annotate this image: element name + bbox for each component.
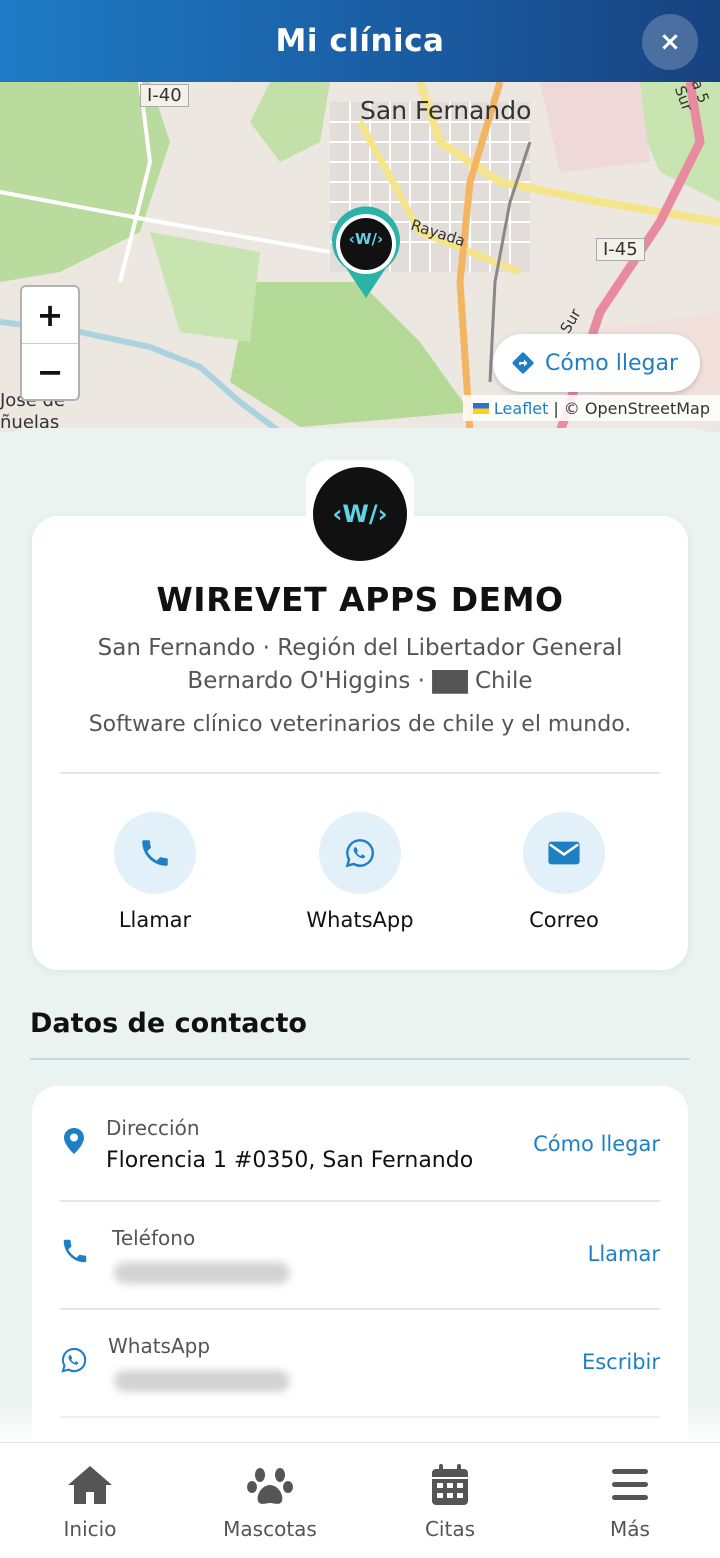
call-action-label: Llamar xyxy=(118,908,192,932)
map-attribution: Leaflet | © OpenStreetMap xyxy=(462,395,720,421)
map-directions-label: Cómo llegar xyxy=(545,350,678,376)
nav-item-mascotas[interactable]: Mascotas xyxy=(180,1443,360,1558)
bottom-navigation: Inicio Mascotas Citas Más xyxy=(0,1442,720,1558)
whatsapp-action-circle xyxy=(319,812,401,894)
clinic-logo: ‹W/› xyxy=(306,460,414,568)
phone-call-link[interactable]: Llamar xyxy=(588,1242,660,1266)
nav-label-inicio: Inicio xyxy=(63,1517,117,1541)
scroll-fade xyxy=(0,1400,720,1442)
address-value: Florencia 1 #0350, San Fernando xyxy=(106,1148,474,1173)
contact-section-title: Datos de contacto xyxy=(30,1008,307,1039)
map-label-highway-i45: I-45 xyxy=(596,238,645,261)
zoom-out-button[interactable]: − xyxy=(22,343,78,399)
map-pin-icon xyxy=(64,1128,84,1154)
whatsapp-write-link[interactable]: Escribir xyxy=(582,1350,660,1374)
home-icon xyxy=(68,1466,112,1504)
nav-label-mascotas: Mascotas xyxy=(223,1517,317,1541)
nav-label-citas: Citas xyxy=(424,1517,476,1541)
map-view[interactable]: San Fernando I-40 I-45 Rayada a 5 Sur Su… xyxy=(0,82,720,432)
whatsapp-label: WhatsApp xyxy=(108,1334,211,1358)
email-action-label: Correo xyxy=(529,908,599,932)
directions-icon xyxy=(512,352,534,374)
menu-icon xyxy=(612,1469,648,1500)
whatsapp-icon xyxy=(61,1347,87,1373)
leaflet-link[interactable]: Leaflet xyxy=(494,399,548,418)
clinic-card: WIREVET APPS DEMO San Fernando · Región … xyxy=(32,516,688,970)
phone-icon xyxy=(63,1239,87,1263)
phone-value-redacted xyxy=(114,1262,290,1284)
whatsapp-action-label: WhatsApp xyxy=(306,908,414,932)
map-marker-logo[interactable]: ‹W/› xyxy=(338,230,394,248)
map-directions-button[interactable]: Cómo llegar xyxy=(493,334,700,392)
map-label-city: San Fernando xyxy=(360,96,532,125)
contact-row-address[interactable]: Dirección Florencia 1 #0350, San Fernand… xyxy=(60,1086,660,1194)
envelope-icon xyxy=(548,841,580,865)
close-button[interactable]: × xyxy=(642,14,698,70)
clinic-name: WIREVET APPS DEMO xyxy=(156,580,564,619)
nav-item-inicio[interactable]: Inicio xyxy=(0,1443,180,1558)
clinic-location: San Fernando · Región del Libertador Gen… xyxy=(72,632,648,698)
email-action-circle xyxy=(523,812,605,894)
call-action-circle xyxy=(114,812,196,894)
clinic-location-line1: San Fernando · Región del Libertador Gen… xyxy=(97,635,623,661)
contact-row-whatsapp[interactable]: WhatsApp Escribir xyxy=(60,1304,660,1412)
zoom-controls: + − xyxy=(20,285,80,401)
map-label-highway-i40: I-40 xyxy=(140,84,189,107)
address-directions-link[interactable]: Cómo llegar xyxy=(533,1132,660,1156)
clinic-description: Software clínico veterinarios de chile y… xyxy=(88,712,632,737)
close-icon: × xyxy=(659,27,681,57)
email-action-button[interactable]: Correo xyxy=(484,812,644,932)
phone-icon xyxy=(142,840,168,866)
app-screen: Mi clínica × San Fernando I-40 I-45 Raya… xyxy=(0,0,720,1558)
ukraine-flag-icon xyxy=(472,402,489,414)
nav-item-mas[interactable]: Más xyxy=(540,1443,720,1558)
attribution-separator: | xyxy=(553,398,559,418)
whatsapp-icon xyxy=(345,839,374,868)
page-title: Mi clínica xyxy=(275,23,445,59)
phone-label: Teléfono xyxy=(112,1226,196,1250)
app-header: Mi clínica × xyxy=(0,0,720,82)
call-action-button[interactable]: Llamar xyxy=(75,812,235,932)
contact-section-divider xyxy=(30,1058,690,1060)
zoom-in-button[interactable]: + xyxy=(22,287,78,343)
address-label: Dirección xyxy=(106,1116,200,1140)
paw-icon xyxy=(247,1468,293,1504)
nav-item-citas[interactable]: Citas xyxy=(360,1443,540,1558)
clinic-logo-text: ‹W/› xyxy=(332,500,388,528)
clinic-location-line2: Bernardo O'Higgins · ▇▇ Chile xyxy=(187,668,533,694)
nav-label-mas: Más xyxy=(610,1517,650,1541)
whatsapp-action-button[interactable]: WhatsApp xyxy=(280,812,440,932)
whatsapp-value-redacted xyxy=(114,1370,290,1392)
clinic-logo-badge: ‹W/› xyxy=(313,467,407,561)
contact-row-phone[interactable]: Teléfono Llamar xyxy=(60,1196,660,1304)
osm-attribution[interactable]: © OpenStreetMap xyxy=(564,399,710,418)
card-divider xyxy=(60,772,660,774)
calendar-icon xyxy=(432,1464,468,1505)
